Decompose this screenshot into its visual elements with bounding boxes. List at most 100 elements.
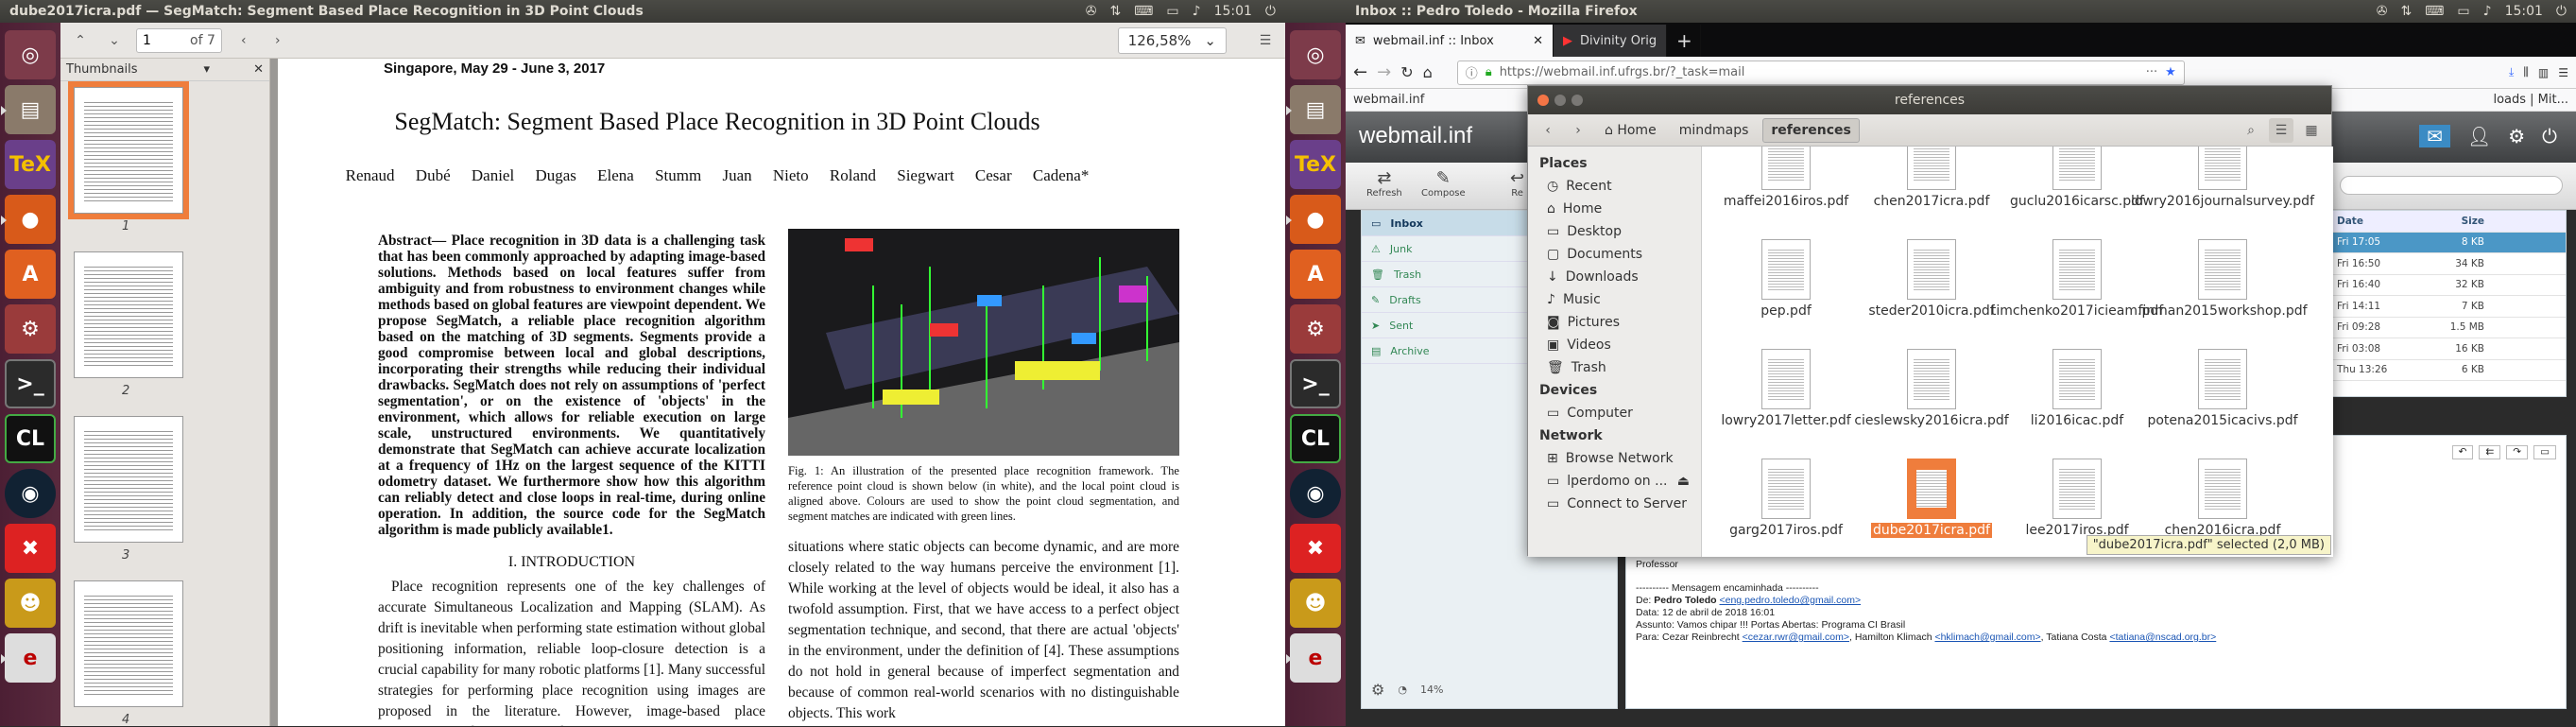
home-icon[interactable]: ⌂ bbox=[1423, 63, 1433, 81]
file-item[interactable]: steder2010icra.pdf bbox=[1859, 239, 2004, 349]
grid-view-icon[interactable]: ▦ bbox=[2299, 118, 2324, 143]
place-music[interactable]: ♪ Music bbox=[1528, 288, 1701, 311]
page-input[interactable] bbox=[143, 32, 180, 48]
reply-button[interactable]: ↩ Re bbox=[1510, 168, 1524, 199]
open-window-icon[interactable]: ▭ bbox=[2533, 445, 2556, 459]
size-column-header[interactable]: Size bbox=[2428, 216, 2484, 227]
place-downloads[interactable]: ↓ Downloads bbox=[1528, 266, 1701, 288]
contacts-icon[interactable]: 👤︎ bbox=[2467, 125, 2491, 147]
date-column-header[interactable]: Date bbox=[2337, 216, 2428, 227]
file-item[interactable]: li2016icac.pdf bbox=[2004, 349, 2150, 459]
battery-icon[interactable]: ▭ bbox=[1166, 4, 1178, 19]
library-icon[interactable]: ⫼ bbox=[2523, 65, 2529, 79]
firefox-icon[interactable]: ● bbox=[1, 195, 56, 244]
reply-icon[interactable]: ↶ bbox=[2451, 445, 2474, 459]
thumbnail-page[interactable]: 3 bbox=[74, 416, 183, 563]
document-view[interactable]: Singapore, May 29 - June 3, 2017 SegMatc… bbox=[270, 59, 1285, 726]
maximize-button[interactable] bbox=[1571, 95, 1583, 106]
place-recent[interactable]: ◷ Recent bbox=[1528, 175, 1701, 198]
tab-youtube[interactable]: ▶ Divinity Original Sin 2 bbox=[1554, 25, 1667, 57]
refresh-button[interactable]: ⇄ Refresh bbox=[1366, 168, 1402, 199]
battery-icon[interactable]: ▭ bbox=[2457, 4, 2469, 19]
evince-icon[interactable]: e bbox=[1286, 633, 1341, 683]
network-icon[interactable]: ⇅ bbox=[2400, 4, 2412, 19]
email-link[interactable]: <tatiana@nscad.org.br> bbox=[2109, 632, 2216, 643]
sidebar-icon[interactable]: ▥ bbox=[2538, 66, 2549, 79]
chevron-down-icon[interactable]: ▾ bbox=[204, 62, 211, 77]
file-item[interactable]: maffei2016iros.pdf bbox=[1713, 147, 1859, 239]
place-desktop[interactable]: ▭ Desktop bbox=[1528, 220, 1701, 243]
network-share[interactable]: ▭ lperdomo on ... ⏏ bbox=[1528, 470, 1701, 493]
file-item[interactable]: finman2015workshop.pdf bbox=[2138, 239, 2308, 349]
crumb-home[interactable]: ⌂ Home bbox=[1596, 118, 1665, 143]
mail-search-input[interactable] bbox=[2340, 176, 2563, 195]
ubuntu-dash-icon[interactable]: ◎ bbox=[5, 30, 56, 79]
bookmark-star-icon[interactable]: ★ bbox=[2165, 65, 2176, 79]
webmail-logo[interactable]: webmail.inf bbox=[1359, 123, 1472, 149]
crumb-references[interactable]: references bbox=[1762, 117, 1860, 143]
pitivi-icon[interactable]: ☻ bbox=[5, 579, 56, 628]
keyboard-icon[interactable]: ⌨ bbox=[2425, 4, 2444, 19]
mail-icon[interactable]: ✉ bbox=[2419, 125, 2450, 147]
bookmark-item[interactable]: webmail.inf bbox=[1353, 93, 1424, 107]
file-item[interactable]: lowry2016journalsurvey.pdf bbox=[2131, 147, 2314, 239]
logout-icon[interactable]: ⏻ bbox=[2542, 125, 2557, 147]
clion-icon[interactable]: CL bbox=[5, 414, 56, 463]
message-row[interactable]: Fri 16:50 34 KB bbox=[2333, 253, 2566, 275]
back-icon[interactable]: ‹ bbox=[1536, 118, 1560, 143]
evince-icon[interactable]: e bbox=[1, 633, 56, 683]
place-videos[interactable]: ▣ Videos bbox=[1528, 334, 1701, 356]
bookmark-item[interactable]: loads | Mit... bbox=[2493, 93, 2568, 107]
thumbnail-page[interactable]: 2 bbox=[74, 251, 183, 398]
pitivi-icon[interactable]: ☻ bbox=[1290, 579, 1341, 628]
email-link[interactable]: <cezar.rwr@gmail.com> bbox=[1743, 632, 1849, 643]
file-item[interactable]: potena2015icacivs.pdf bbox=[2147, 349, 2298, 459]
texmaker-icon[interactable]: TeX bbox=[5, 140, 56, 189]
xmind-icon[interactable]: ✖ bbox=[5, 524, 56, 573]
more-icon[interactable]: ··· bbox=[2146, 65, 2157, 79]
close-icon[interactable]: ✕ bbox=[1533, 34, 1543, 48]
terminal-icon[interactable]: >_ bbox=[5, 359, 56, 408]
settings-icon[interactable]: ⚙ bbox=[1290, 304, 1341, 354]
history-forward-button[interactable]: › bbox=[266, 28, 290, 53]
thumbnail-page[interactable]: 1 bbox=[68, 81, 189, 234]
next-page-button[interactable]: ⌄ bbox=[102, 28, 127, 53]
clion-icon[interactable]: CL bbox=[1290, 414, 1341, 463]
keyboard-icon[interactable]: ⌨ bbox=[1134, 4, 1153, 19]
new-tab-button[interactable]: + bbox=[1667, 25, 1701, 57]
ubuntu-dash-icon[interactable]: ◎ bbox=[1290, 30, 1341, 79]
settings-icon[interactable]: ⚙ bbox=[2508, 125, 2525, 147]
network-icon[interactable]: ⇅ bbox=[1109, 4, 1121, 19]
software-center-icon[interactable]: A bbox=[5, 250, 56, 299]
file-item[interactable]: guclu2016icarsc.pdf bbox=[2004, 147, 2150, 239]
email-link[interactable]: <eng.pedro.toledo@gmail.com> bbox=[1720, 595, 1862, 606]
minimize-button[interactable] bbox=[1554, 95, 1566, 106]
place-documents[interactable]: ▢ Documents bbox=[1528, 243, 1701, 266]
reply-all-icon[interactable]: ⇇ bbox=[2479, 445, 2501, 459]
message-row[interactable]: Fri 03:08 16 KB bbox=[2333, 338, 2566, 360]
history-back-button[interactable]: ‹ bbox=[232, 28, 256, 53]
gitkraken-icon[interactable]: ◉ bbox=[5, 469, 56, 518]
terminal-icon[interactable]: >_ bbox=[1290, 359, 1341, 408]
close-icon[interactable]: ✕ bbox=[253, 62, 264, 77]
network-connect[interactable]: ▭ Connect to Server bbox=[1528, 493, 1701, 515]
close-button[interactable] bbox=[1537, 95, 1549, 106]
zoom-select[interactable]: 126,58% ⌄ bbox=[1117, 26, 1227, 54]
forward-icon[interactable]: ↷ bbox=[2506, 445, 2529, 459]
message-row[interactable]: Fri 09:28 1.5 MB bbox=[2333, 318, 2566, 338]
tab-webmail[interactable]: ✉ webmail.inf :: Inbox ✕ bbox=[1346, 25, 1554, 57]
dropbox-icon[interactable]: ✇ bbox=[1086, 4, 1097, 19]
settings-icon[interactable]: ⚙ bbox=[5, 304, 56, 354]
reload-icon[interactable]: ↻ bbox=[1400, 63, 1413, 81]
prev-page-button[interactable]: ⌃ bbox=[68, 28, 93, 53]
url-bar[interactable]: ⓘ 🔒︎ https://webmail.inf.ufrgs.br/?_task… bbox=[1456, 60, 2185, 85]
eject-icon[interactable]: ⏏ bbox=[1677, 474, 1690, 489]
file-item[interactable]: chen2017icra.pdf bbox=[1859, 147, 2004, 239]
menu-icon[interactable]: ☰ bbox=[2558, 66, 2568, 79]
files-icon[interactable]: ▤ bbox=[1286, 85, 1341, 134]
download-icon[interactable]: ⤓ bbox=[2509, 65, 2514, 79]
file-item[interactable]: garg2017iros.pdf bbox=[1713, 459, 1859, 557]
xmind-icon[interactable]: ✖ bbox=[1290, 524, 1341, 573]
crumb-mindmaps[interactable]: mindmaps bbox=[1671, 118, 1758, 143]
message-row[interactable]: Fri 14:11 7 KB bbox=[2333, 296, 2566, 318]
